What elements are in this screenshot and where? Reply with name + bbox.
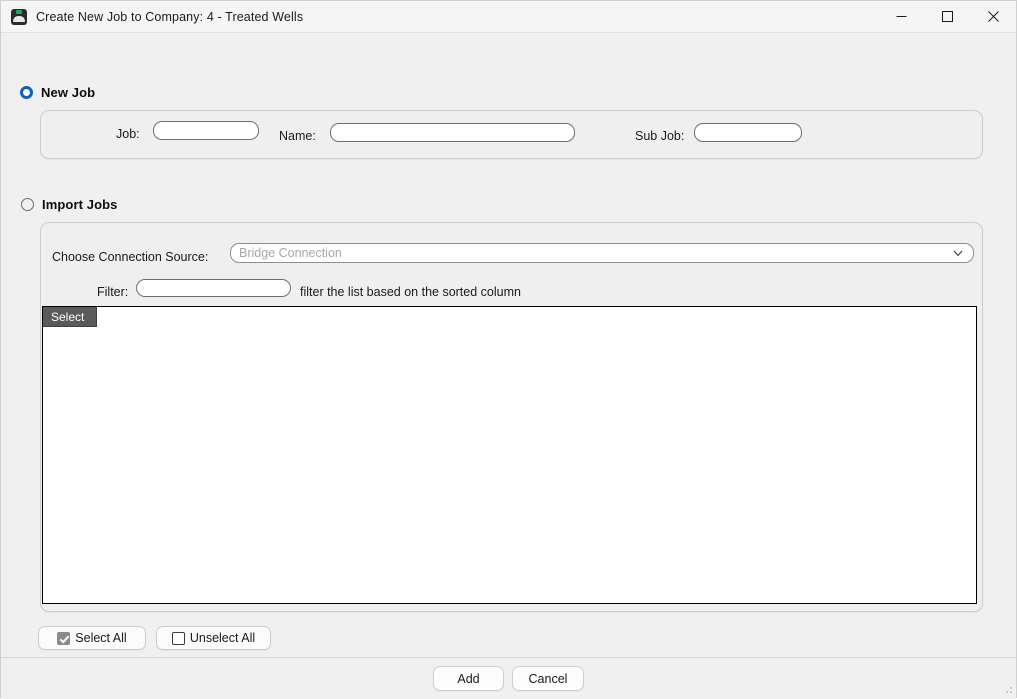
close-button[interactable] bbox=[970, 1, 1016, 32]
radio-option-import-jobs[interactable]: Import Jobs bbox=[21, 197, 118, 212]
app-icon bbox=[11, 8, 27, 25]
maximize-button[interactable] bbox=[924, 1, 970, 32]
jobs-grid-header: Select bbox=[43, 307, 976, 327]
connection-source-label: Choose Connection Source: bbox=[52, 250, 209, 264]
dialog-window: Create New Job to Company: 4 - Treated W… bbox=[0, 0, 1017, 699]
window-controls bbox=[878, 1, 1016, 32]
sub-job-input[interactable] bbox=[694, 123, 802, 142]
cancel-button[interactable]: Cancel bbox=[512, 666, 584, 691]
connection-source-select[interactable]: Bridge Connection bbox=[230, 243, 974, 263]
add-button[interactable]: Add bbox=[433, 666, 504, 691]
name-input[interactable] bbox=[330, 123, 575, 142]
filter-label: Filter: bbox=[97, 285, 129, 299]
import-jobs-radio-label: Import Jobs bbox=[42, 197, 118, 212]
jobs-grid-column-select[interactable]: Select bbox=[43, 307, 97, 327]
filter-hint: filter the list based on the sorted colu… bbox=[300, 285, 521, 299]
unselect-all-checkbox-icon[interactable] bbox=[171, 631, 185, 645]
jobs-grid[interactable]: Select bbox=[42, 306, 977, 604]
job-input[interactable] bbox=[153, 121, 259, 140]
dialog-body: New Job Job: Name: Sub Job: Import Jobs … bbox=[1, 33, 1016, 699]
select-all-button[interactable]: Select All bbox=[38, 626, 146, 650]
select-all-label: Select All bbox=[75, 631, 127, 645]
connection-source-value: Bridge Connection bbox=[239, 246, 342, 260]
new-job-radio-icon[interactable] bbox=[20, 86, 33, 99]
filter-input[interactable] bbox=[136, 279, 291, 297]
resize-grip[interactable] bbox=[1003, 684, 1013, 694]
window-title: Create New Job to Company: 4 - Treated W… bbox=[36, 9, 304, 24]
unselect-all-label: Unselect All bbox=[189, 631, 256, 645]
unselect-all-button[interactable]: Unselect All bbox=[156, 626, 271, 650]
minimize-button[interactable] bbox=[878, 1, 924, 32]
footer-bar: Add Cancel bbox=[1, 658, 1016, 699]
import-jobs-radio-icon[interactable] bbox=[21, 198, 34, 211]
sub-job-label: Sub Job: bbox=[635, 129, 685, 143]
title-bar: Create New Job to Company: 4 - Treated W… bbox=[1, 1, 1016, 33]
name-label: Name: bbox=[279, 129, 316, 143]
select-all-checkbox-icon[interactable] bbox=[57, 631, 71, 645]
new-job-radio-label: New Job bbox=[41, 85, 96, 100]
chevron-down-icon bbox=[951, 246, 965, 260]
radio-option-new-job[interactable]: New Job bbox=[20, 85, 95, 100]
job-label: Job: bbox=[116, 127, 140, 141]
